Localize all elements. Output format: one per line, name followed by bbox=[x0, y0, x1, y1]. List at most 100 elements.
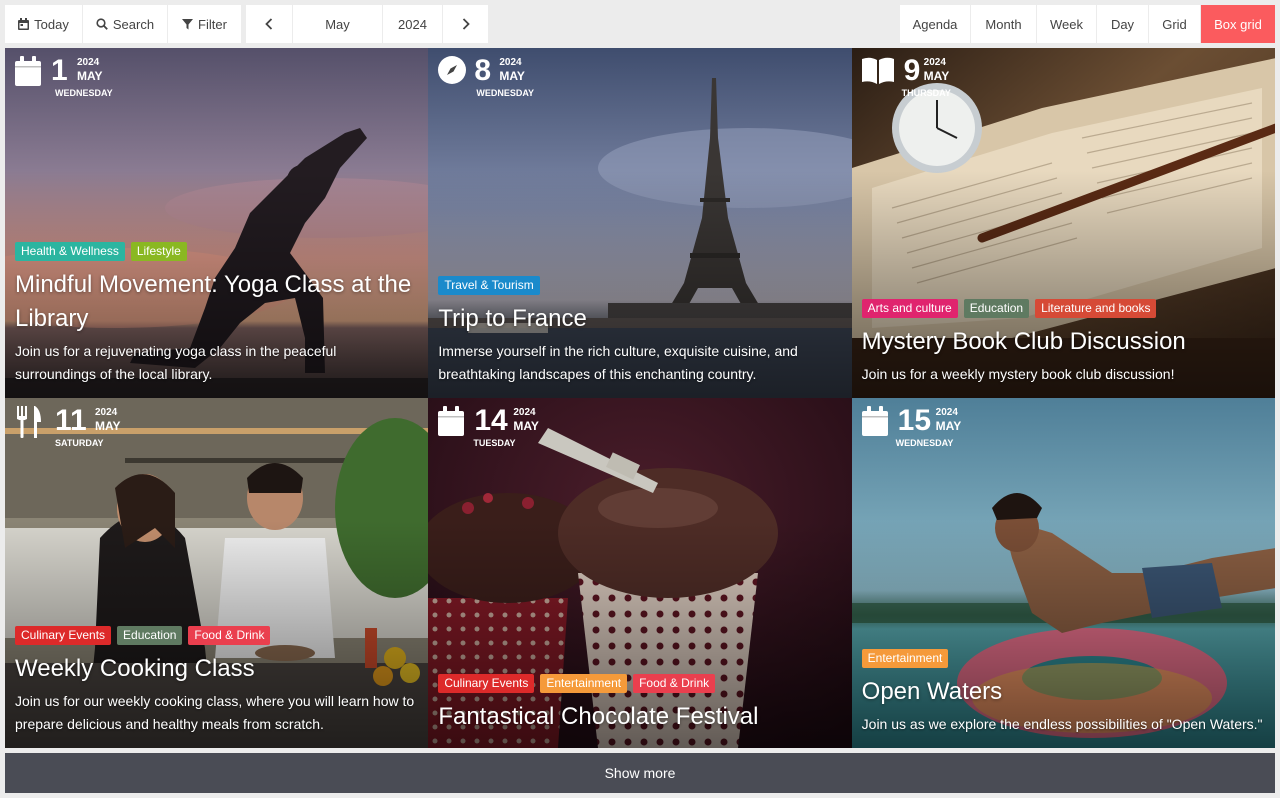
event-tags: Entertainment bbox=[861, 649, 1265, 668]
view-box-grid[interactable]: Box grid bbox=[1201, 5, 1275, 43]
view-box-grid-label: Box grid bbox=[1214, 16, 1262, 32]
tag-badge[interactable]: Health & Wellness bbox=[15, 242, 125, 261]
tag-badge[interactable]: Entertainment bbox=[540, 674, 628, 693]
event-card[interactable]: 9 2024 MAY THURSDAY Arts and culture Edu… bbox=[851, 48, 1275, 398]
calendar-icon bbox=[861, 406, 888, 436]
chevron-left-icon bbox=[265, 18, 273, 30]
month-selector[interactable]: May bbox=[293, 5, 383, 43]
event-day-number: 14 bbox=[474, 404, 508, 437]
show-more-button[interactable]: Show more bbox=[5, 753, 1275, 793]
tag-badge[interactable]: Arts and culture bbox=[861, 299, 958, 318]
event-content: Travel & Tourism Trip to France Immerse … bbox=[438, 276, 841, 386]
view-switcher: Agenda Month Week Day Grid Box grid bbox=[900, 5, 1275, 43]
event-day-number: 15 bbox=[897, 404, 932, 437]
month-label: May bbox=[325, 16, 350, 32]
event-year: 2024 bbox=[77, 57, 100, 68]
view-day-label: Day bbox=[1110, 16, 1135, 32]
event-content: Culinary Events Entertainment Food & Dri… bbox=[438, 674, 841, 736]
view-grid[interactable]: Grid bbox=[1149, 5, 1201, 43]
event-card[interactable]: 11 2024 MAY SATURDAY Culinary Events Edu… bbox=[5, 398, 429, 748]
event-month: MAY bbox=[499, 69, 525, 83]
event-card[interactable]: 14 2024 MAY TUESDAY Culinary Events Ente… bbox=[428, 398, 852, 748]
event-description: Immerse yourself in the rich culture, ex… bbox=[438, 343, 798, 382]
search-icon bbox=[96, 18, 108, 30]
event-weekday: WEDNESDAY bbox=[55, 88, 113, 98]
previous-button[interactable] bbox=[246, 5, 293, 43]
today-label: Today bbox=[34, 16, 69, 32]
tag-badge[interactable]: Education bbox=[963, 299, 1030, 318]
view-month-label: Month bbox=[985, 16, 1022, 32]
filter-icon bbox=[182, 18, 194, 30]
event-tags: Culinary Events Education Food & Drink bbox=[15, 626, 418, 645]
filter-button[interactable]: Filter bbox=[168, 5, 241, 43]
event-title[interactable]: Trip to France bbox=[438, 302, 841, 336]
view-day[interactable]: Day bbox=[1097, 5, 1149, 43]
tag-badge[interactable]: Entertainment bbox=[861, 649, 949, 668]
event-tags: Travel & Tourism bbox=[438, 276, 841, 295]
book-open-icon bbox=[861, 56, 894, 86]
event-box-grid: 1 2024 MAY WEDNESDAY Health & Wellness L… bbox=[5, 48, 1275, 748]
event-year: 2024 bbox=[95, 407, 118, 418]
event-month: MAY bbox=[513, 419, 539, 433]
event-year: 2024 bbox=[513, 407, 536, 418]
today-button[interactable]: Today bbox=[5, 5, 83, 43]
tag-badge[interactable]: Lifestyle bbox=[130, 242, 187, 261]
event-weekday: SATURDAY bbox=[55, 438, 104, 448]
event-day-number: 9 bbox=[903, 54, 921, 87]
compass-icon bbox=[438, 56, 467, 86]
event-month: MAY bbox=[95, 419, 121, 433]
view-month[interactable]: Month bbox=[971, 5, 1037, 43]
event-content: Culinary Events Education Food & Drink W… bbox=[15, 626, 418, 736]
view-week-label: Week bbox=[1050, 16, 1083, 32]
event-year: 2024 bbox=[923, 57, 946, 68]
tag-badge[interactable]: Food & Drink bbox=[633, 674, 716, 693]
event-tags: Culinary Events Entertainment Food & Dri… bbox=[438, 674, 841, 693]
calendar-icon bbox=[438, 406, 465, 436]
tag-badge[interactable]: Travel & Tourism bbox=[438, 276, 540, 295]
event-description: Join us for our weekly cooking class, wh… bbox=[15, 693, 415, 732]
event-card[interactable]: 1 2024 MAY WEDNESDAY Health & Wellness L… bbox=[5, 48, 429, 398]
event-description: Join us for a rejuvenating yoga class in… bbox=[15, 343, 337, 382]
calendar-toolbar: Today Search Filter May 2024 Agenda Mont… bbox=[5, 5, 1275, 43]
event-card[interactable]: 15 2024 MAY WEDNESDAY Entertainment Open… bbox=[851, 398, 1275, 748]
tag-badge[interactable]: Education bbox=[117, 626, 183, 645]
event-description: Join us for a weekly mystery book club d… bbox=[861, 366, 1175, 382]
event-content: Health & Wellness Lifestyle Mindful Move… bbox=[15, 242, 418, 386]
event-card[interactable]: 8 2024 MAY WEDNESDAY Travel & Tourism Tr… bbox=[428, 48, 852, 398]
view-agenda[interactable]: Agenda bbox=[900, 5, 971, 43]
event-content: Arts and culture Education Literature an… bbox=[861, 299, 1265, 386]
search-label: Search bbox=[112, 16, 155, 32]
event-title[interactable]: Mindful Movement: Yoga Class at the Libr… bbox=[15, 268, 418, 336]
event-title[interactable]: Mystery Book Club Discussion bbox=[862, 325, 1265, 359]
event-weekday: WEDNESDAY bbox=[476, 88, 535, 98]
next-button[interactable] bbox=[443, 5, 488, 43]
year-label: 2024 bbox=[398, 16, 427, 32]
event-tags: Arts and culture Education Literature an… bbox=[861, 299, 1265, 318]
event-tags: Health & Wellness Lifestyle bbox=[15, 242, 418, 261]
calendar-icon bbox=[15, 56, 41, 86]
calendar-icon bbox=[18, 18, 30, 30]
search-button[interactable]: Search bbox=[83, 5, 168, 43]
event-title[interactable]: Weekly Cooking Class bbox=[15, 652, 418, 686]
show-more-label: Show more bbox=[604, 765, 676, 781]
event-day-number: 11 bbox=[55, 404, 87, 437]
view-week[interactable]: Week bbox=[1037, 5, 1097, 43]
event-weekday: WEDNESDAY bbox=[895, 438, 954, 448]
tag-badge[interactable]: Culinary Events bbox=[438, 674, 535, 693]
event-month: MAY bbox=[935, 419, 962, 433]
event-day-number: 8 bbox=[474, 54, 492, 87]
event-weekday: TUESDAY bbox=[473, 438, 516, 448]
event-year: 2024 bbox=[935, 407, 958, 418]
toolbar-left-group: Today Search Filter bbox=[5, 5, 241, 43]
tag-badge[interactable]: Literature and books bbox=[1035, 299, 1157, 318]
tag-badge[interactable]: Culinary Events bbox=[15, 626, 112, 645]
year-selector[interactable]: 2024 bbox=[383, 5, 443, 43]
utensils-icon bbox=[15, 406, 41, 438]
event-day-number: 1 bbox=[51, 54, 68, 87]
view-grid-label: Grid bbox=[1162, 16, 1187, 32]
event-title[interactable]: Open Waters bbox=[862, 675, 1265, 709]
tag-badge[interactable]: Food & Drink bbox=[188, 626, 271, 645]
event-title[interactable]: Fantastical Chocolate Festival bbox=[438, 700, 841, 734]
event-description: Join us as we explore the endless possib… bbox=[861, 716, 1263, 732]
event-weekday: THURSDAY bbox=[901, 88, 951, 98]
